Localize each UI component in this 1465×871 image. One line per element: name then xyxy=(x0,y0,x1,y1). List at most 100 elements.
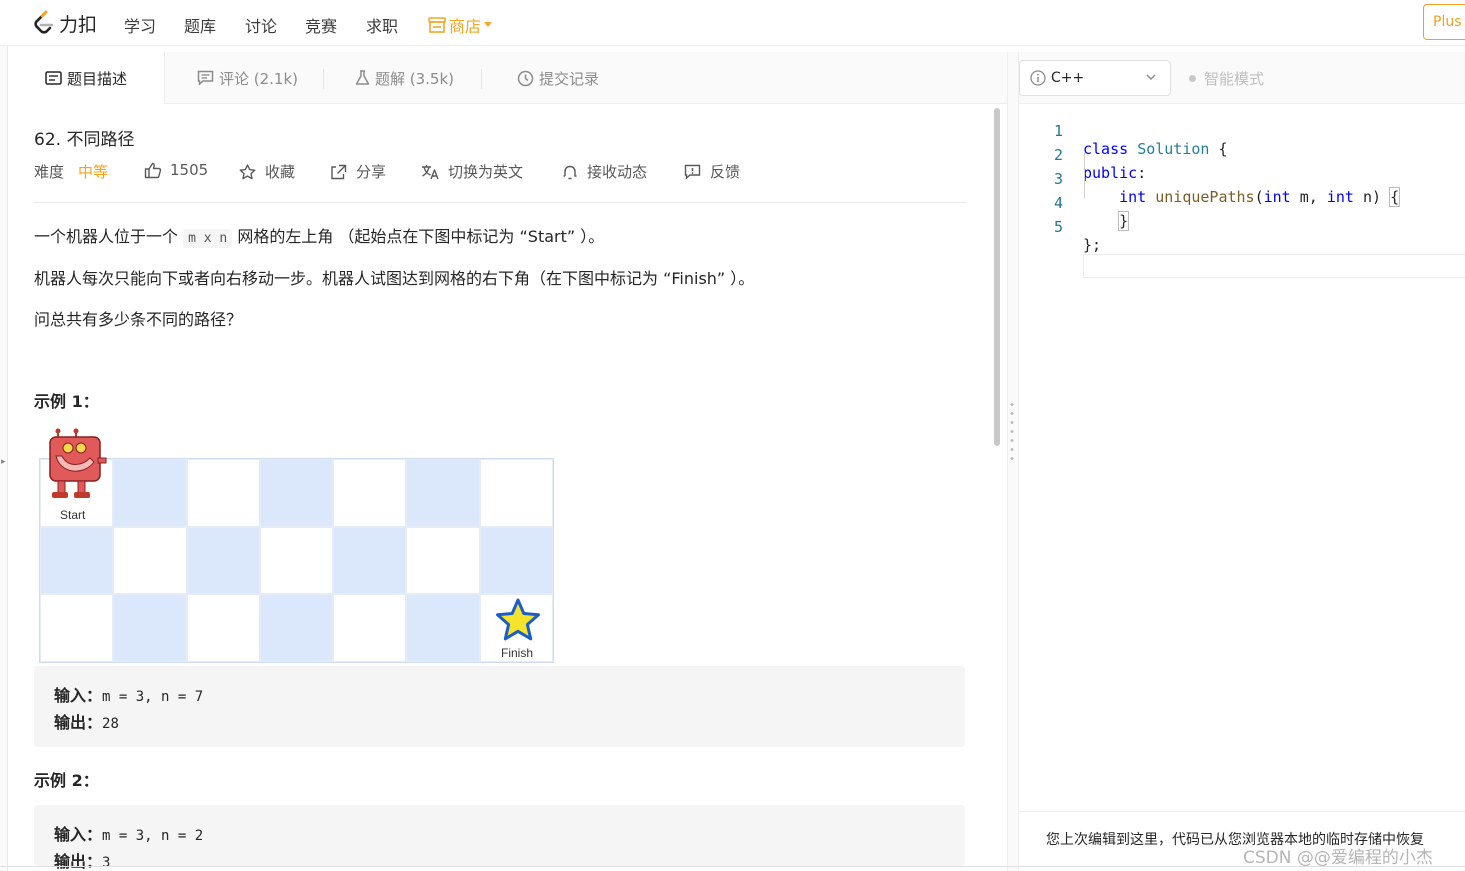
problem-tabs: 题目描述 评论 (2.1k) 题解 (3.5k) 提交记录 xyxy=(9,52,1007,104)
nav-problemset[interactable]: 题库 xyxy=(184,13,216,37)
scrollbar-thumb[interactable] xyxy=(994,108,1000,446)
thumbs-up-icon xyxy=(144,162,162,178)
example-2-title: 示例 2： xyxy=(34,771,99,790)
drag-handle-icon[interactable] xyxy=(1010,400,1014,460)
tab-solutions[interactable]: 题解 (3.5k) xyxy=(355,52,454,104)
nav-jobs[interactable]: 求职 xyxy=(366,13,398,37)
code-line: 5 }; xyxy=(1019,200,1465,254)
switch-english-button[interactable]: 切换为英文 xyxy=(421,161,523,182)
status-dot-icon xyxy=(1189,75,1196,82)
switch-english-label: 切换为英文 xyxy=(448,163,524,181)
robot-icon xyxy=(49,428,107,498)
description-icon xyxy=(45,71,62,85)
clock-icon xyxy=(517,70,534,86)
bottom-border xyxy=(0,866,1465,867)
difficulty-label: 难度 xyxy=(34,163,65,181)
smart-mode-toggle[interactable]: 智能模式 xyxy=(1189,68,1264,89)
description-line-2: 机器人每次只能向下或者向右移动一步。机器人试图达到网格的右下角（在下图中标记为 … xyxy=(34,269,755,288)
tab-separator xyxy=(481,69,482,89)
grid-cell xyxy=(333,594,407,662)
grid-cell xyxy=(186,459,260,527)
code-line: 1 class Solution { xyxy=(1019,104,1465,158)
output-label: 输出： xyxy=(54,852,103,871)
brand-name: 力扣 xyxy=(59,13,98,36)
top-nav: 力扣 学习 题库 讨论 竞赛 求职 商店 Plus xyxy=(0,0,1465,46)
grid-cell xyxy=(333,459,407,527)
share-label: 分享 xyxy=(356,163,387,181)
star-outline-icon xyxy=(239,163,256,179)
input-value: m = 3, n = 2 xyxy=(102,828,204,844)
share-icon xyxy=(331,164,347,179)
tab-solutions-label: 题解 (3.5k) xyxy=(375,69,455,88)
language-select[interactable]: C++ xyxy=(1019,60,1171,96)
line-number: 5 xyxy=(1053,218,1063,236)
divider xyxy=(34,202,966,203)
grid-cell xyxy=(479,526,553,595)
tab-comments[interactable]: 评论 (2.1k) xyxy=(197,52,298,104)
smart-mode-label: 智能模式 xyxy=(1204,70,1265,88)
plus-button[interactable]: Plus xyxy=(1423,4,1465,40)
problem-title: 62. 不同路径 xyxy=(34,130,135,150)
problem-meta: 难度 中等 1505 收藏 分享 切换为英文 接收动态 反馈 xyxy=(34,161,966,183)
flask-icon xyxy=(355,70,370,85)
info-icon xyxy=(1030,70,1046,86)
bell-icon xyxy=(563,165,577,179)
indent-guide xyxy=(1084,152,1085,198)
like-count: 1505 xyxy=(170,161,209,179)
nav-discuss[interactable]: 讨论 xyxy=(245,13,277,37)
grid-cell xyxy=(259,459,334,527)
output-value: 28 xyxy=(102,716,119,732)
difficulty: 难度 中等 xyxy=(34,161,108,182)
grid-cell xyxy=(259,526,334,595)
grid-cell xyxy=(113,459,187,527)
description-line-3: 问总共有多少条不同的路径？ xyxy=(34,310,243,329)
watermark: CSDN @@爱编程的小杰 xyxy=(1243,848,1433,868)
grid-cell xyxy=(113,526,187,595)
nav-study[interactable]: 学习 xyxy=(124,13,156,37)
panel-splitter[interactable] xyxy=(1007,52,1019,871)
nav-shop[interactable]: 商店 xyxy=(428,13,493,37)
leetcode-logo-icon xyxy=(34,10,54,34)
description-line-1: 一个机器人位于一个 m x n 网格的左上角 （起始点在下图中标记为 “Star… xyxy=(34,223,605,248)
input-label: 输入： xyxy=(54,825,103,844)
inline-code: m x n xyxy=(183,229,233,248)
code-editor[interactable]: 1 class Solution { 2 public: 3 int uniqu… xyxy=(1019,104,1465,811)
expand-arrow-icon[interactable]: ▸ xyxy=(1,457,6,467)
output-label: 输出： xyxy=(54,713,103,732)
tab-comments-label: 评论 (2.1k) xyxy=(219,69,299,88)
description-text: 网格的左上角 （起始点在下图中标记为 “Start” ）。 xyxy=(237,227,605,246)
grid-cell xyxy=(186,594,260,662)
like-button[interactable]: 1505 xyxy=(144,161,208,179)
difficulty-value: 中等 xyxy=(78,163,109,181)
nav-contest[interactable]: 竞赛 xyxy=(305,13,337,37)
feedback-button[interactable]: 反馈 xyxy=(684,161,740,182)
code-text: }; xyxy=(1083,236,1102,254)
grid-cell xyxy=(186,526,260,595)
feedback-icon xyxy=(684,164,701,180)
star-finish-icon xyxy=(496,598,540,641)
code-line: 3 int uniquePaths(int m, int n) { xyxy=(1019,152,1465,207)
example-1-output: 输出：28 xyxy=(54,709,119,733)
share-button[interactable]: 分享 xyxy=(330,161,386,182)
subscribe-button[interactable]: 接收动态 xyxy=(562,161,647,182)
grid-cell xyxy=(406,459,480,527)
tab-description[interactable]: 题目描述 xyxy=(9,52,165,104)
favorite-button[interactable]: 收藏 xyxy=(239,161,295,182)
example-1-input: 输入：m = 3, n = 7 xyxy=(54,682,203,706)
tab-description-label: 题目描述 xyxy=(67,69,128,88)
feedback-label: 反馈 xyxy=(710,163,741,181)
example-2-output: 输出：3 xyxy=(54,848,110,871)
grid-cell xyxy=(406,594,480,662)
robot-grid-figure xyxy=(39,458,554,663)
start-label: Start xyxy=(60,508,86,522)
tab-submissions[interactable]: 提交记录 xyxy=(517,52,599,104)
translate-icon xyxy=(422,164,439,179)
example-1-box: 输入：m = 3, n = 7 输出：28 xyxy=(34,666,965,747)
logo[interactable]: 力扣 xyxy=(33,9,97,37)
grid-cell xyxy=(40,526,114,595)
input-value: m = 3, n = 7 xyxy=(102,689,204,705)
favorite-label: 收藏 xyxy=(265,163,296,181)
tab-submissions-label: 提交记录 xyxy=(539,69,600,88)
nav-shop-label: 商店 xyxy=(449,17,482,36)
grid-cell xyxy=(406,526,480,595)
